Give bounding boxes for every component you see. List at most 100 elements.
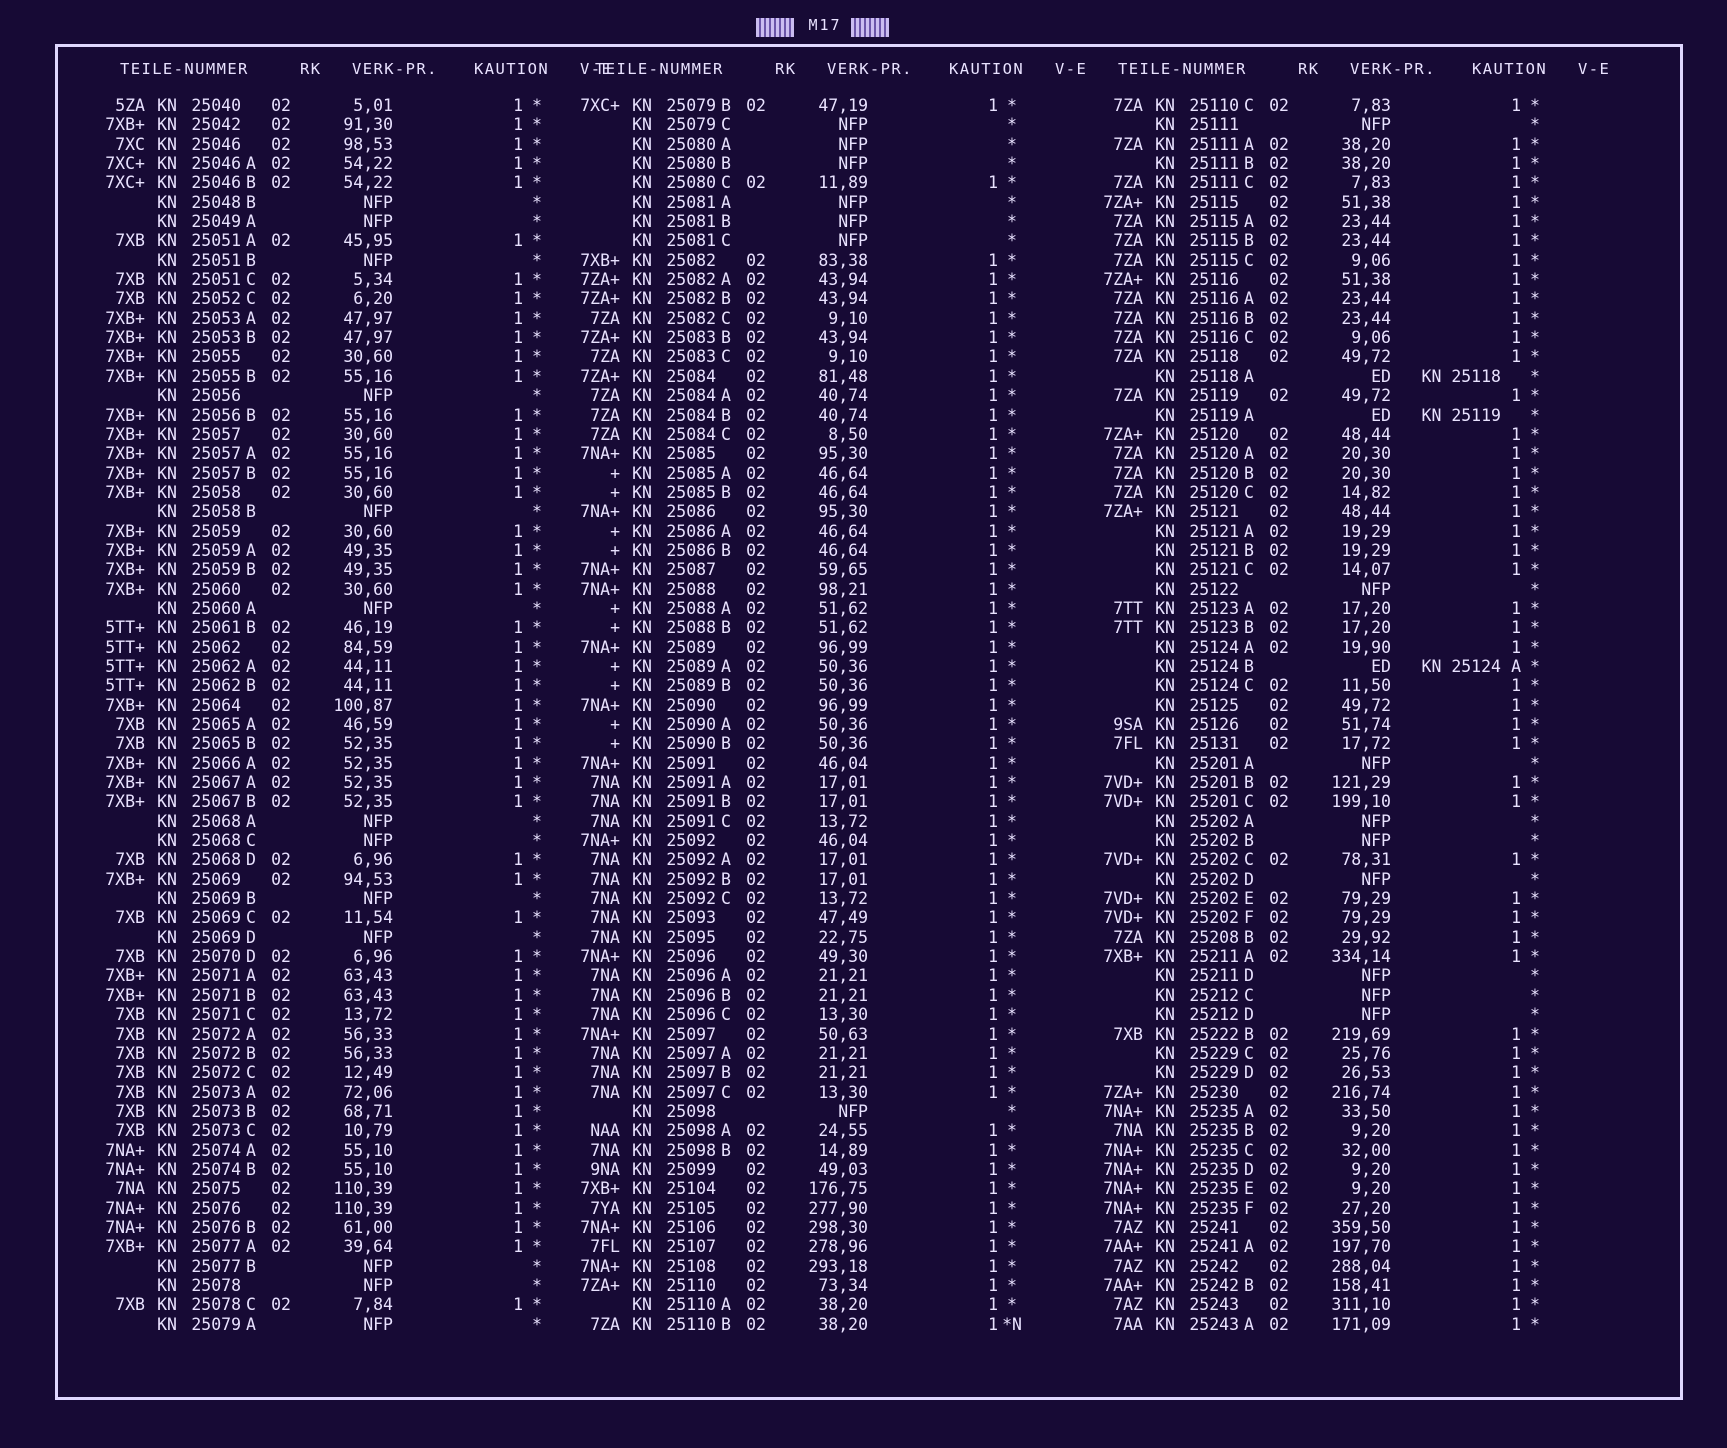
cell-price: 46,19 — [343, 618, 393, 638]
cell-marker: * — [1530, 502, 1540, 522]
cell-marker: * — [532, 308, 542, 328]
list-item: 7NA KN 25092 B 02 17,01 1 * — [565, 870, 1026, 889]
cell-variant: A — [1244, 811, 1254, 831]
cell-prefix: 9NA — [590, 1159, 620, 1179]
cell-number: 25077 — [191, 1256, 241, 1276]
cell-prefix — [1088, 580, 1143, 599]
cell-variant: B — [246, 1256, 256, 1276]
cell-marker: * — [1007, 1256, 1017, 1276]
cell-variant: A — [721, 1295, 731, 1315]
cell-reference — [868, 541, 978, 560]
cell-rk: 02 — [746, 637, 766, 657]
cell-price: 56,33 — [343, 1024, 393, 1044]
cell-ve — [503, 812, 523, 831]
cell-rk: 02 — [1269, 250, 1289, 270]
list-item: 7XB KN 25072 A 02 56,33 1 * — [90, 1025, 551, 1044]
cell-ve: 1 — [513, 695, 523, 715]
list-item: 7XB+ KN 25077 A 02 39,64 1 * — [90, 1237, 551, 1256]
cell-kn: KN — [632, 947, 652, 967]
cell-prefix: 7XB — [115, 1295, 145, 1315]
cell-reference — [868, 734, 978, 753]
cell-prefix: 7XB — [115, 1082, 145, 1102]
cell-ve: 1 — [988, 1024, 998, 1044]
cell-reference — [868, 1295, 978, 1314]
cell-reference — [1391, 1218, 1501, 1237]
cell-marker: * — [532, 134, 542, 154]
cell-number: 25095 — [666, 927, 716, 947]
cell-variant: A — [1244, 1237, 1254, 1257]
cell-prefix: 7ZA — [590, 386, 620, 406]
cell-price: 51,62 — [818, 618, 868, 638]
cell-number: 25052 — [191, 289, 241, 309]
cell-marker: * — [1007, 831, 1017, 851]
list-item: 7NA KN 25091 C 02 13,72 1 * — [565, 812, 1026, 831]
cell-marker: * — [532, 115, 542, 135]
cell-variant: C — [1244, 173, 1254, 193]
cell-rk: 02 — [746, 482, 766, 502]
list-item: 7XB+ KN 25057 A 02 55,16 1 * — [90, 444, 551, 463]
cell-variant — [1239, 734, 1259, 753]
cell-prefix — [1088, 696, 1143, 715]
cell-price: 79,29 — [1341, 908, 1391, 928]
cell-ve: 1 — [988, 618, 998, 638]
cell-number: 25243 — [1189, 1314, 1239, 1334]
cell-marker: * — [1007, 1159, 1017, 1179]
cell-reference — [393, 792, 503, 811]
cell-rk: 02 — [271, 482, 291, 502]
cell-price: 79,29 — [1341, 889, 1391, 909]
cell-reference — [393, 502, 503, 521]
cell-variant: A — [1244, 405, 1254, 425]
cell-reference — [868, 309, 978, 328]
cell-number: 25110 — [666, 1314, 716, 1334]
cell-number: 25056 — [191, 405, 241, 425]
cell-reference — [868, 96, 978, 115]
cell-kn: KN — [632, 386, 652, 406]
cell-marker: * — [1530, 134, 1540, 154]
cell-marker: * — [1530, 424, 1540, 444]
cell-variant: A — [246, 231, 256, 251]
cell-kn: KN — [632, 1237, 652, 1257]
cell-kn: KN — [1155, 1275, 1175, 1295]
cell-variant: C — [1244, 850, 1254, 870]
cell-number: 25090 — [666, 695, 716, 715]
cell-kn: KN — [157, 908, 177, 928]
cell-rk: 02 — [271, 850, 291, 870]
cell-number: 25092 — [666, 850, 716, 870]
cell-kn: KN — [1155, 889, 1175, 909]
cell-kn: KN — [1155, 560, 1175, 580]
cell-ve: 1 — [513, 540, 523, 560]
cell-prefix: 7XB+ — [105, 366, 145, 386]
parts-list: 5ZA KN 25040 02 5,01 1 * 7XB+ KN 25042 02 91,30 1 * 7X… — [90, 96, 551, 1334]
cell-prefix: 7ZA — [590, 1314, 620, 1334]
list-item: 7ZA KN 25111 C 02 7,83 1 * — [1088, 173, 1549, 192]
cell-reference — [393, 328, 503, 347]
list-item: + KN 25090 B 02 50,36 1 * — [565, 734, 1026, 753]
list-item: 7XB+ KN 25211 A 02 334,14 1 * — [1088, 947, 1549, 966]
cell-variant: C — [246, 270, 256, 290]
cell-marker: * — [1530, 270, 1540, 290]
cell-variant: A — [246, 540, 256, 560]
cell-marker: * — [532, 695, 542, 715]
cell-price: 20,30 — [1341, 463, 1391, 483]
cell-marker: * — [1530, 734, 1540, 754]
cell-marker: * — [1007, 1198, 1017, 1218]
cell-marker: * — [532, 1237, 542, 1257]
cell-ve: 1 — [988, 540, 998, 560]
cell-variant: C — [246, 1005, 256, 1025]
cell-variant: B — [246, 734, 256, 754]
list-item: 7XB+ KN 25042 02 91,30 1 * — [90, 115, 551, 134]
cell-number: 25235 — [1189, 1179, 1239, 1199]
cell-rk: 02 — [746, 850, 766, 870]
cell-number: 25068 — [191, 811, 241, 831]
cell-reference — [393, 1160, 503, 1179]
cell-price: NFP — [363, 1275, 393, 1295]
parts-list: 7ZA KN 25110 C 02 7,83 1 * KN 25111 NFP * 7ZA KN 25111… — [1088, 96, 1549, 1334]
cell-reference — [393, 367, 503, 386]
cell-number: 25067 — [191, 773, 241, 793]
cell-prefix — [90, 812, 145, 831]
cell-prefix — [1088, 115, 1143, 134]
cell-number: 25064 — [191, 695, 241, 715]
cell-marker: * — [1530, 521, 1540, 541]
list-item: KN 25069 D NFP * — [90, 928, 551, 947]
cell-rk: 02 — [746, 811, 766, 831]
